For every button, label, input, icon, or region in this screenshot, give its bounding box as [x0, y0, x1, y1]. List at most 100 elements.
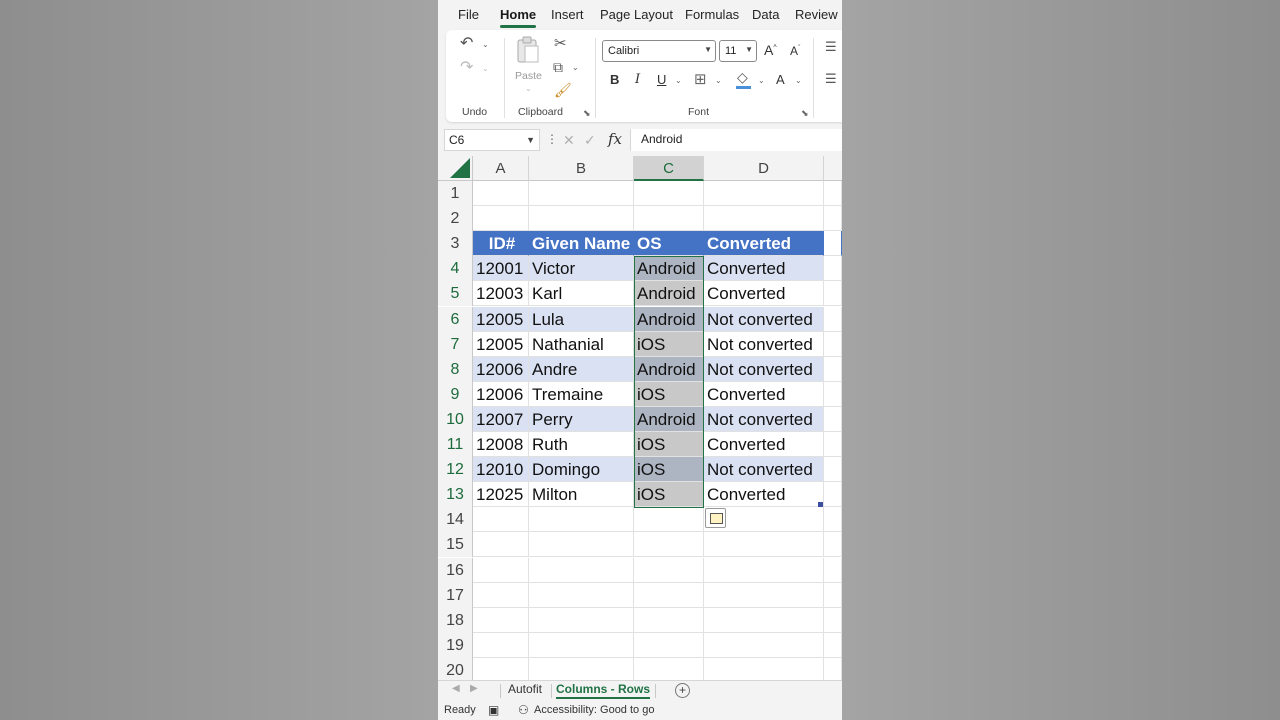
accessibility-icon[interactable]: ⚇ — [518, 703, 529, 717]
redo-dropdown-icon[interactable]: ⌄ — [482, 64, 489, 73]
align-top-icon[interactable]: ☰ — [825, 40, 837, 53]
cell-c5[interactable]: Android — [634, 281, 704, 307]
cell-a5[interactable]: 12003 — [473, 281, 529, 307]
increase-font-size-icon[interactable]: A^ — [764, 42, 777, 58]
row-header[interactable]: 8 — [438, 356, 473, 382]
cell-c6[interactable]: Android — [634, 306, 704, 332]
cell-c1[interactable] — [634, 181, 704, 206]
cell-e7[interactable] — [824, 331, 842, 357]
confirm-entry-icon[interactable]: ✓ — [584, 132, 596, 149]
cancel-entry-icon[interactable]: ✕ — [563, 132, 575, 149]
cell-b12[interactable]: Domingo — [529, 457, 634, 483]
cell-e5[interactable] — [824, 281, 842, 307]
sheet-tab-autofit[interactable]: Autofit — [508, 682, 542, 696]
cell-e19[interactable] — [824, 632, 842, 658]
paste-dropdown-icon[interactable]: ⌄ — [525, 84, 532, 93]
column-header-e[interactable] — [824, 156, 842, 181]
cell-e12[interactable] — [824, 457, 842, 483]
cell-e15[interactable] — [824, 532, 842, 558]
cell-a4[interactable]: 12001 — [473, 256, 529, 282]
row-header[interactable]: 19 — [438, 632, 473, 658]
copy-dropdown-icon[interactable]: ⌄ — [572, 63, 579, 72]
italic-button[interactable]: I — [635, 72, 640, 87]
redo-icon[interactable]: ↷ — [460, 60, 473, 76]
cell-e1[interactable] — [824, 181, 842, 206]
cell-a7[interactable]: 12005 — [473, 331, 529, 357]
cell-d2[interactable] — [704, 206, 824, 232]
undo-dropdown-icon[interactable]: ⌄ — [482, 40, 489, 49]
cell-a8[interactable]: 12006 — [473, 356, 529, 382]
column-header-d[interactable]: D — [704, 156, 824, 181]
cell-c8[interactable]: Android — [634, 356, 704, 382]
cell-c12[interactable]: iOS — [634, 457, 704, 483]
paste-icon[interactable] — [516, 36, 540, 66]
cell-d13[interactable]: Converted — [704, 482, 824, 508]
cell-e4[interactable] — [824, 256, 842, 282]
cell-c7[interactable]: iOS — [634, 331, 704, 357]
clipboard-launcher-icon[interactable]: ⬊ — [583, 108, 591, 119]
cell-b4[interactable]: Victor — [529, 256, 634, 282]
cell-a3[interactable]: ID# — [473, 231, 529, 257]
bold-button[interactable]: B — [610, 72, 619, 87]
column-header-b[interactable]: B — [529, 156, 634, 181]
insert-function-icon[interactable]: fx — [608, 130, 622, 148]
scroll-tabs-left-icon[interactable]: ◀ — [452, 683, 460, 694]
cell-b14[interactable] — [529, 507, 634, 533]
row-header[interactable]: 16 — [438, 557, 473, 583]
formula-input[interactable]: Android — [630, 129, 842, 151]
cell-c4[interactable]: Android — [634, 256, 704, 282]
tab-formulas[interactable]: Formulas — [685, 7, 739, 22]
column-header-c[interactable]: C — [634, 156, 704, 181]
select-all-button[interactable] — [438, 156, 473, 181]
fill-color-dropdown-icon[interactable]: ⌄ — [758, 76, 765, 85]
font-color-icon[interactable]: A — [776, 72, 785, 87]
row-header[interactable]: 1 — [438, 181, 473, 206]
cell-d15[interactable] — [704, 532, 824, 558]
row-header[interactable]: 10 — [438, 406, 473, 432]
paste-label[interactable]: Paste — [515, 70, 542, 82]
font-name-select[interactable]: Calibri ▼ — [602, 40, 716, 62]
row-header[interactable]: 11 — [438, 432, 473, 457]
cell-d18[interactable] — [704, 607, 824, 633]
cell-b1[interactable] — [529, 181, 634, 206]
cell-a14[interactable] — [473, 507, 529, 533]
row-header[interactable]: 4 — [438, 256, 473, 282]
cell-b13[interactable]: Milton — [529, 482, 634, 508]
cell-c13[interactable]: iOS — [634, 482, 704, 508]
cell-a13[interactable]: 12025 — [473, 482, 529, 508]
cell-b10[interactable]: Perry — [529, 406, 634, 432]
cell-b8[interactable]: Andre — [529, 356, 634, 382]
font-launcher-icon[interactable]: ⬊ — [801, 108, 809, 119]
cell-c14[interactable] — [634, 507, 704, 533]
row-header[interactable]: 6 — [438, 306, 473, 332]
cell-c18[interactable] — [634, 607, 704, 633]
cell-e18[interactable] — [824, 607, 842, 633]
cell-d19[interactable] — [704, 632, 824, 658]
cell-a1[interactable] — [473, 181, 529, 206]
cell-d9[interactable]: Converted — [704, 381, 824, 407]
cell-e2[interactable] — [824, 206, 842, 232]
underline-dropdown-icon[interactable]: ⌄ — [675, 76, 682, 85]
cell-d11[interactable]: Converted — [704, 432, 824, 457]
cut-icon[interactable]: ✂ — [554, 36, 567, 51]
cell-d8[interactable]: Not converted — [704, 356, 824, 382]
borders-icon[interactable]: ⊞ — [694, 72, 707, 87]
cell-a15[interactable] — [473, 532, 529, 558]
cell-a6[interactable]: 12005 — [473, 306, 529, 332]
cell-d5[interactable]: Converted — [704, 281, 824, 307]
cell-a11[interactable]: 12008 — [473, 432, 529, 457]
cell-c9[interactable]: iOS — [634, 381, 704, 407]
cell-c16[interactable] — [634, 557, 704, 583]
macro-recording-icon[interactable]: ▣ — [488, 703, 499, 717]
cell-e14[interactable] — [824, 507, 842, 533]
cell-d10[interactable]: Not converted — [704, 406, 824, 432]
cell-b19[interactable] — [529, 632, 634, 658]
cell-e16[interactable] — [824, 557, 842, 583]
cell-e8[interactable] — [824, 356, 842, 382]
cell-b17[interactable] — [529, 582, 634, 608]
cell-e10[interactable] — [824, 406, 842, 432]
row-header[interactable]: 2 — [438, 206, 473, 232]
row-header[interactable]: 5 — [438, 281, 473, 307]
more-options-icon[interactable]: ⋮ — [546, 132, 558, 146]
cell-d6[interactable]: Not converted — [704, 306, 824, 332]
